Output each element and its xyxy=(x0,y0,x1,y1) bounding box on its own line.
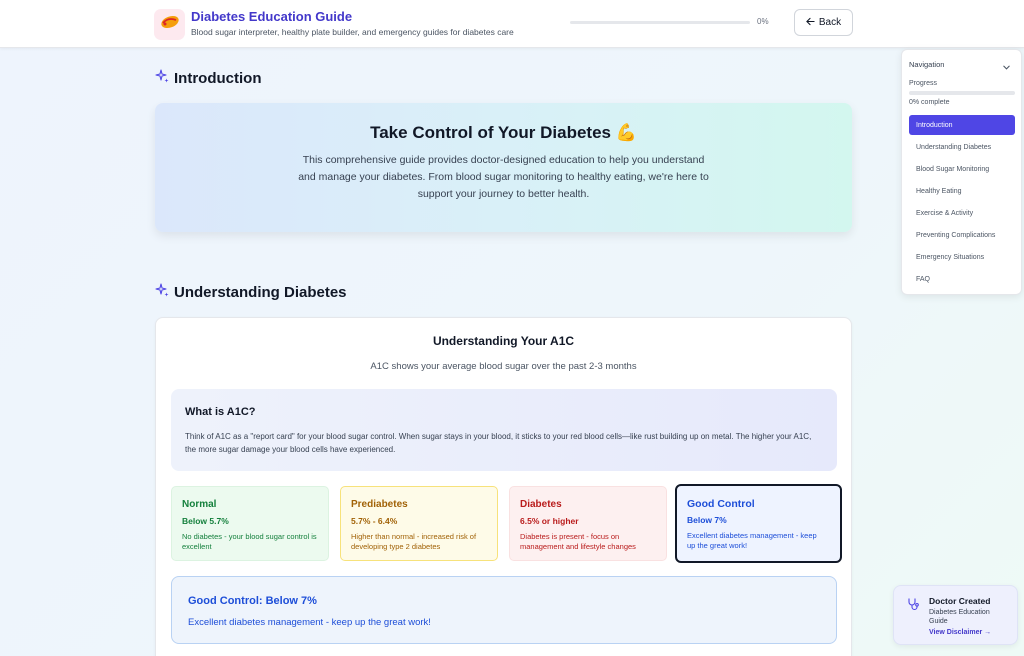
doctor-badge-subtitle: Diabetes Education Guide xyxy=(929,609,990,625)
arrow-left-icon xyxy=(806,17,815,29)
card-title: Understanding Your A1C xyxy=(432,334,575,348)
range-name: Normal xyxy=(182,499,217,510)
doctor-created-badge: Doctor Created Diabetes Education Guide … xyxy=(893,585,1018,645)
sparkles-icon xyxy=(155,283,169,301)
hero-title: Take Control of Your Diabetes 💪 xyxy=(370,123,637,142)
selected-range-detail: Good Control: Below 7% Excellent diabete… xyxy=(171,576,837,644)
doctor-badge-title: Doctor Created xyxy=(929,596,991,606)
info-title: What is A1C? xyxy=(185,406,256,418)
nav-item-understanding-diabetes[interactable]: Understanding Diabetes xyxy=(909,137,1015,157)
range-value: 6.5% or higher xyxy=(520,516,579,526)
selected-range-title: Good Control: Below 7% xyxy=(188,595,317,607)
nav-item-emergency-situations[interactable]: Emergency Situations xyxy=(909,247,1015,267)
range-description: No diabetes - your blood sugar control i… xyxy=(182,532,317,551)
range-value: Below 5.7% xyxy=(182,516,229,526)
a1c-range-good-control[interactable]: Good Control Below 7% Excellent diabetes… xyxy=(675,484,842,563)
a1c-info-box: What is A1C? Think of A1C as a "report c… xyxy=(171,389,837,471)
nav-item-preventing-complications[interactable]: Preventing Complications xyxy=(909,225,1015,245)
selected-range-text: Excellent diabetes management - keep up … xyxy=(188,617,431,628)
app-title: Diabetes Education Guide xyxy=(191,9,353,24)
app-subtitle: Blood sugar interpreter, healthy plate b… xyxy=(191,27,514,37)
nav-progress-text: 0% complete xyxy=(909,99,950,106)
a1c-range-diabetes[interactable]: Diabetes 6.5% or higher Diabetes is pres… xyxy=(509,486,667,561)
hero-text: This comprehensive guide provides doctor… xyxy=(298,154,709,200)
range-value: Below 7% xyxy=(687,515,727,525)
intro-hero-card: Take Control of Your Diabetes 💪 This com… xyxy=(155,103,852,232)
nav-item-introduction[interactable]: Introduction xyxy=(909,115,1015,135)
header-progress-text: 0% xyxy=(757,17,769,26)
nav-progress-label: Progress xyxy=(909,80,938,87)
nav-list: Introduction Understanding Diabetes Bloo… xyxy=(909,115,1015,291)
range-value: 5.7% - 6.4% xyxy=(351,516,398,526)
stethoscope-icon xyxy=(906,597,920,616)
back-button[interactable]: Back xyxy=(794,9,853,36)
nav-progress-bar xyxy=(909,91,1015,95)
a1c-range-normal[interactable]: Normal Below 5.7% No diabetes - your blo… xyxy=(171,486,329,561)
section-title: Understanding Diabetes xyxy=(174,283,347,301)
back-label: Back xyxy=(818,17,842,28)
card-subtitle: A1C shows your average blood sugar over … xyxy=(370,361,637,372)
nav-item-exercise-activity[interactable]: Exercise & Activity xyxy=(909,203,1015,223)
a1c-range-prediabetes[interactable]: Prediabetes 5.7% - 6.4% Higher than norm… xyxy=(340,486,498,561)
section-heading-introduction: Introduction xyxy=(155,69,261,87)
nav-item-healthy-eating[interactable]: Healthy Eating xyxy=(909,181,1015,201)
info-text: Think of A1C as a "report card" for your… xyxy=(185,432,812,454)
navigation-panel: Navigation Progress 0% complete Introduc… xyxy=(901,49,1022,295)
sparkles-icon xyxy=(155,69,169,87)
nav-title: Navigation xyxy=(909,60,945,69)
range-description: Excellent diabetes management - keep up … xyxy=(687,531,817,550)
range-name: Good Control xyxy=(687,498,755,510)
range-name: Diabetes xyxy=(520,499,562,510)
header-progress-bar xyxy=(570,21,750,24)
a1c-card: Understanding Your A1C A1C shows your av… xyxy=(155,317,852,656)
range-description: Diabetes is present - focus on managemen… xyxy=(520,532,636,551)
chevron-down-icon[interactable] xyxy=(1002,59,1011,77)
flexed-arm-icon xyxy=(159,14,181,35)
range-description: Higher than normal - increased risk of d… xyxy=(351,532,477,551)
section-title: Introduction xyxy=(174,69,262,87)
app-header: Diabetes Education Guide Blood sugar int… xyxy=(0,0,1024,48)
view-disclaimer-link[interactable]: View Disclaimer → xyxy=(929,629,991,636)
nav-item-blood-sugar-monitoring[interactable]: Blood Sugar Monitoring xyxy=(909,159,1015,179)
section-heading-understanding: Understanding Diabetes xyxy=(155,283,347,301)
logo xyxy=(154,9,185,40)
nav-item-faq[interactable]: FAQ xyxy=(909,269,1015,289)
range-name: Prediabetes xyxy=(351,499,408,510)
